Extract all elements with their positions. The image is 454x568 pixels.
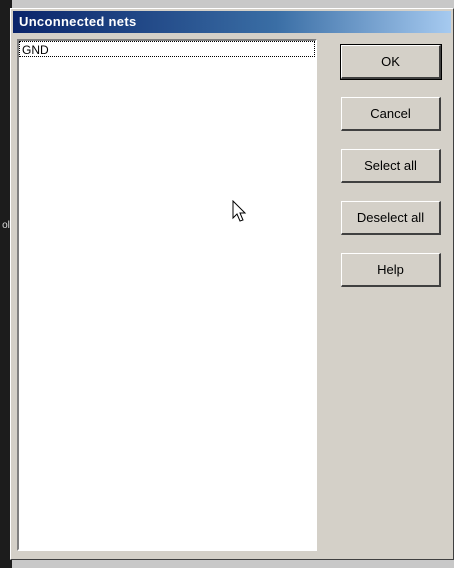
deselect-all-button[interactable]: Deselect all bbox=[341, 201, 441, 235]
cancel-button[interactable]: Cancel bbox=[341, 97, 441, 131]
ok-button[interactable]: OK bbox=[340, 44, 442, 80]
select-all-button[interactable]: Select all bbox=[341, 149, 441, 183]
nets-listbox[interactable]: GND bbox=[17, 39, 317, 551]
dialog-title[interactable]: Unconnected nets bbox=[13, 11, 451, 33]
unconnected-nets-dialog: Unconnected nets GND OK Cancel Select al… bbox=[10, 8, 454, 560]
mouse-pointer-icon bbox=[232, 200, 247, 222]
list-item[interactable]: GND bbox=[19, 41, 315, 57]
help-button[interactable]: Help bbox=[341, 253, 441, 287]
